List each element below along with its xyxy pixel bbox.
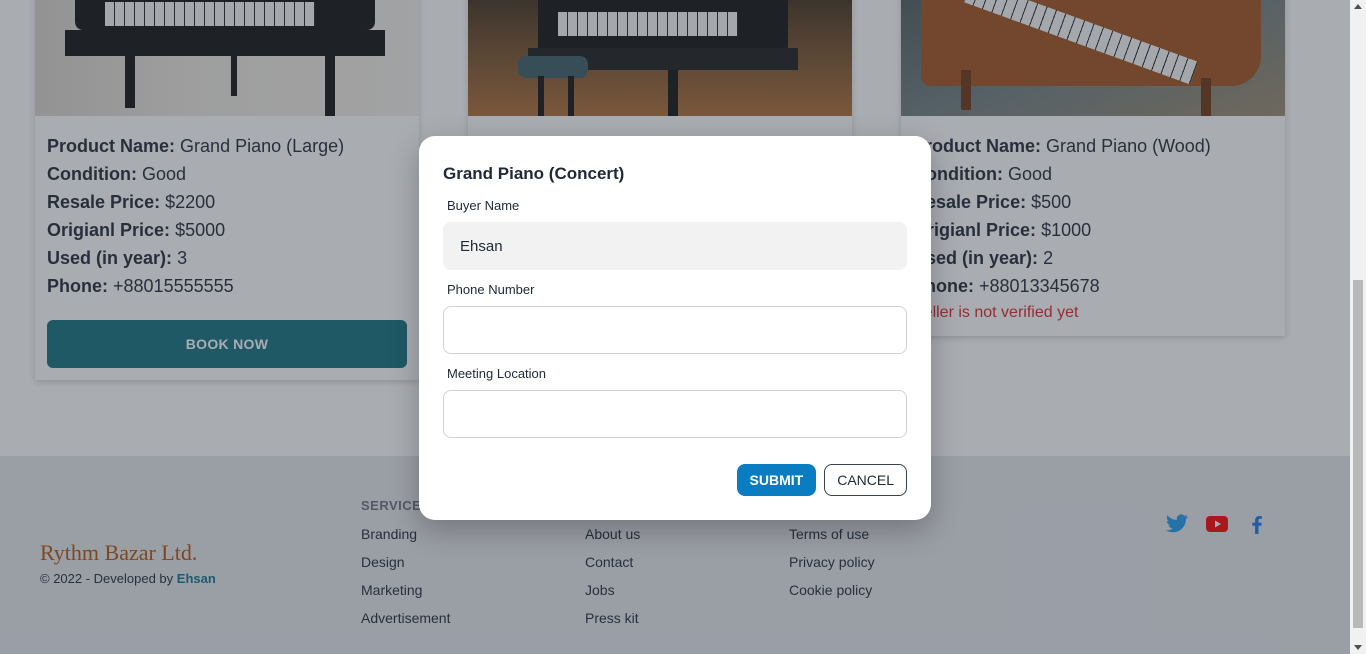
scrollbar[interactable] — [1350, 0, 1366, 654]
booking-modal: Grand Piano (Concert) Buyer Name Phone N… — [419, 136, 931, 520]
scroll-down-icon[interactable] — [1354, 645, 1362, 650]
modal-title: Grand Piano (Concert) — [443, 164, 625, 183]
phone-number-field[interactable] — [443, 306, 907, 354]
cancel-button[interactable]: CANCEL — [824, 464, 907, 496]
phone-number-label: Phone Number — [447, 282, 535, 297]
meeting-location-field[interactable] — [443, 390, 907, 438]
buyer-name-field — [443, 222, 907, 270]
buyer-name-label: Buyer Name — [447, 198, 520, 213]
meeting-location-label: Meeting Location — [447, 366, 547, 381]
modal-actions: SUBMIT CANCEL — [736, 464, 907, 496]
scrollbar-thumb[interactable] — [1353, 280, 1363, 628]
submit-button[interactable]: SUBMIT — [736, 464, 817, 496]
scroll-up-icon[interactable] — [1354, 4, 1362, 9]
